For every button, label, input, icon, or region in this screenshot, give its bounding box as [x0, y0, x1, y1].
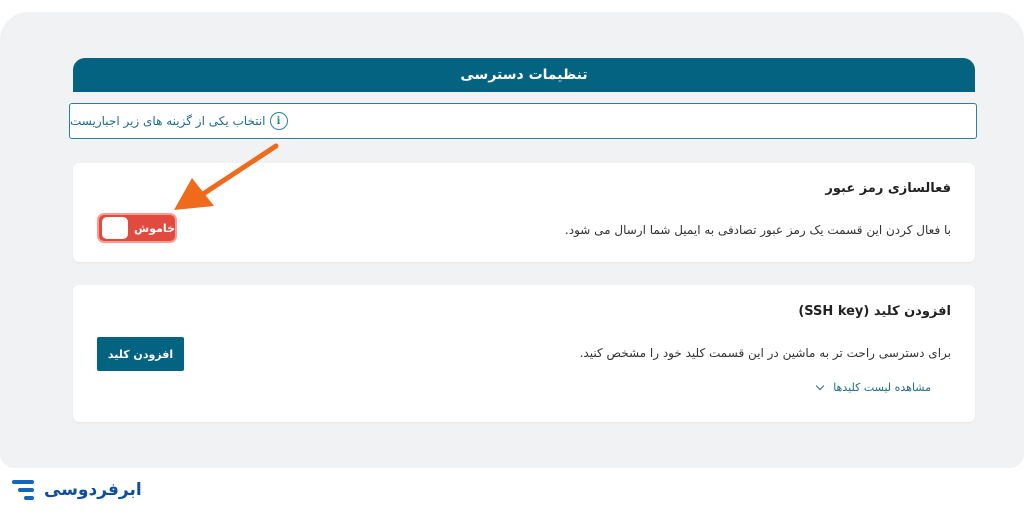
- chevron-down-icon: [815, 381, 825, 391]
- ssh-card-title: افزودن کلید (SSH key): [798, 304, 951, 319]
- required-notice: i انتخاب یکی از گزینه های زیر اجباریست: [69, 103, 977, 139]
- brand-mark-icon: [12, 478, 34, 502]
- brand-name: ابرفردوسی: [44, 480, 142, 500]
- toggle-label: خاموش: [134, 221, 175, 235]
- section-title: تنظیمات دسترسی: [460, 67, 588, 83]
- pointer-arrow-icon: [174, 143, 279, 210]
- ssh-card-description: برای دسترسی راحت تر به ماشین در این قسمت…: [579, 346, 951, 360]
- view-keys-link[interactable]: مشاهده لیست کلیدها: [815, 381, 931, 394]
- add-key-button[interactable]: افزودن کلید: [97, 337, 184, 371]
- brand-logo: ابرفردوسی: [12, 476, 142, 504]
- section-header: تنظیمات دسترسی: [73, 58, 975, 92]
- password-card-title: فعالسازی رمز عبور: [825, 181, 951, 196]
- view-keys-label: مشاهده لیست کلیدها: [833, 381, 931, 394]
- ssh-key-card: افزودن کلید (SSH key) برای دسترسی راحت ت…: [73, 285, 975, 422]
- password-toggle[interactable]: خاموش: [97, 213, 177, 243]
- notice-text: انتخاب یکی از گزینه های زیر اجباریست: [70, 114, 266, 128]
- password-card-description: با فعال کردن این قسمت یک رمز عبور تصادفی…: [564, 223, 951, 237]
- toggle-knob: [102, 217, 129, 239]
- info-icon: i: [269, 112, 288, 130]
